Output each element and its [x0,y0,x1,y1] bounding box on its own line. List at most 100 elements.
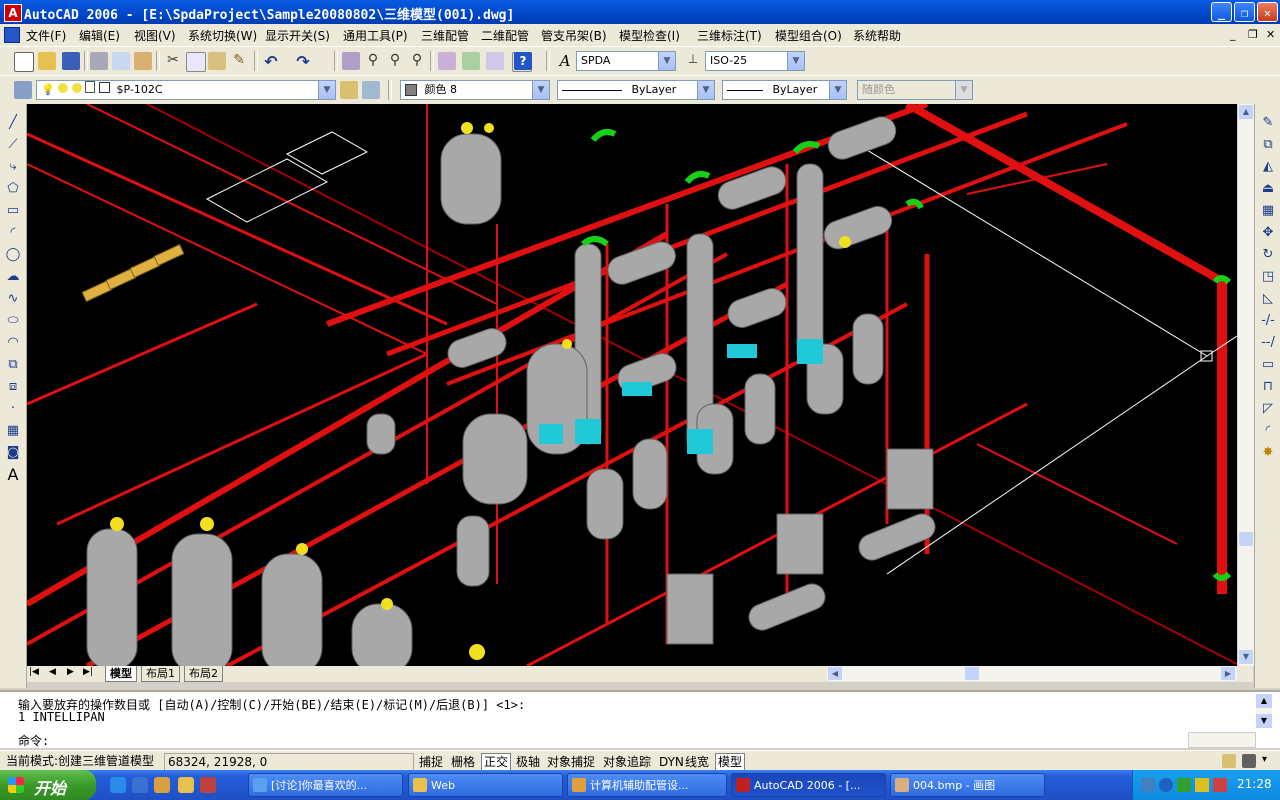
tab-layout2[interactable]: 布局2 [184,666,223,682]
print-preview-icon[interactable] [112,52,130,70]
internet-explorer-icon[interactable] [110,777,126,793]
offset-icon[interactable]: ⏏ [1259,180,1277,198]
prev-tab-icon[interactable]: ◀ [49,667,56,677]
layer-select[interactable]: 💡 $P-102C ▼ [36,80,336,100]
revision-cloud-icon[interactable]: ☁ [4,268,22,286]
point-icon[interactable]: · [4,400,22,418]
chevron-down-icon[interactable]: ▼ [532,81,549,99]
construction-line-icon[interactable]: ⟋ [4,136,22,154]
task-computer-aided-piping[interactable]: 计算机辅助配管设... [567,773,727,797]
menu-pipe-supports[interactable]: 管支吊架(B) [541,27,607,44]
pan-icon[interactable] [342,52,360,70]
fillet-icon[interactable]: ◜ [1259,422,1277,440]
last-tab-icon[interactable]: ▶| [83,667,93,677]
model-space-toggle[interactable]: 模型 [715,753,746,771]
horizontal-scroll-thumb[interactable] [965,667,979,680]
multiline-text-icon[interactable]: A [4,466,22,484]
command-hscroll[interactable] [1188,732,1256,748]
save-icon[interactable] [62,52,80,70]
snap-toggle[interactable]: 捕捉 [416,753,446,771]
chevron-down-icon[interactable]: ▼ [829,81,846,99]
vertical-scroll-thumb[interactable] [1239,532,1253,546]
spline-icon[interactable]: ∿ [4,290,22,308]
menu-view[interactable]: 视图(V) [134,27,176,44]
text-style-select[interactable]: SPDA ▼ [576,51,676,71]
region-icon[interactable]: ◙ [4,444,22,462]
erase-icon[interactable]: ✎ [1259,114,1277,132]
chevron-down-icon[interactable]: ▼ [318,81,335,99]
polyline-icon[interactable]: ⤷ [4,158,22,176]
menu-general-tools[interactable]: 通用工具(P) [343,27,408,44]
chevron-down-icon[interactable]: ▼ [658,52,675,70]
security-shield-icon[interactable] [1195,778,1209,792]
line-icon[interactable]: ╱ [4,114,22,132]
make-block-icon[interactable]: ⧈ [4,378,22,396]
insert-block-icon[interactable]: ⧉ [4,356,22,374]
text-style-icon[interactable]: A [556,52,574,70]
mdi-close-button[interactable]: ✕ [1266,28,1275,41]
scroll-up-button[interactable]: ▲ [1239,105,1253,119]
design-center-icon[interactable] [462,52,480,70]
redo-icon[interactable]: ↷ [294,52,312,71]
command-scrollbar[interactable]: ▲ ▼ [1256,694,1272,728]
layer-manager-icon[interactable] [14,81,32,99]
chamfer-icon[interactable]: ◸ [1259,400,1277,418]
menu-display-toggle[interactable]: 显示开关(S) [265,27,330,44]
scale-icon[interactable]: ◳ [1259,268,1277,286]
osnap-toggle[interactable]: 对象捕捉 [544,753,598,771]
new-icon[interactable] [14,52,34,72]
quick-launch-app-icon[interactable] [200,777,216,793]
task-forum-discussion[interactable]: [讨论]你最喜欢的... [248,773,403,797]
mdi-restore-button[interactable]: ❐ [1248,28,1258,41]
menu-model-check[interactable]: 模型检查(I) [619,27,680,44]
minimize-button[interactable]: _ [1211,2,1232,22]
close-button[interactable]: ✕ [1257,2,1278,22]
mirror-icon[interactable]: ◭ [1259,158,1277,176]
arc-icon[interactable]: ◜ [4,224,22,242]
task-autocad[interactable]: AutoCAD 2006 - [... [731,773,886,797]
maximize-button[interactable]: ❐ [1234,2,1255,22]
keyboard-icon[interactable] [1141,778,1155,792]
tab-model[interactable]: 模型 [105,666,137,682]
join-icon[interactable]: ⊓ [1259,378,1277,396]
scroll-up-button[interactable]: ▲ [1256,694,1272,708]
clock[interactable]: 21:28 [1237,777,1272,791]
match-properties-icon[interactable]: ✎ [230,52,248,70]
scroll-left-button[interactable]: ◀ [828,667,842,680]
ellipse-arc-icon[interactable]: ◠ [4,334,22,352]
tab-layout1[interactable]: 布局1 [141,666,180,682]
communication-center-icon[interactable] [1222,754,1236,768]
menu-3d-annotation[interactable]: 三维标注(T) [697,27,762,44]
media-player-icon[interactable] [154,777,170,793]
print-icon[interactable] [90,52,108,70]
tool-palettes-icon[interactable] [486,52,504,70]
lineweight-toggle[interactable]: 线宽 [682,753,712,771]
horizontal-scrollbar[interactable]: ◀ ▶ [827,666,1237,681]
grid-toggle[interactable]: 栅格 [448,753,478,771]
properties-icon[interactable] [438,52,456,70]
scroll-down-button[interactable]: ▼ [1256,714,1272,728]
trim-icon[interactable]: -/- [1259,312,1277,330]
menu-edit[interactable]: 编辑(E) [79,27,120,44]
ortho-toggle[interactable]: 正交 [481,753,512,771]
scroll-down-button[interactable]: ▼ [1239,650,1253,664]
lineweight-select[interactable]: ByLayer ▼ [722,80,847,100]
menu-file[interactable]: 文件(F) [26,27,66,44]
dim-style-icon[interactable]: ⟂ [684,52,702,70]
menu-help[interactable]: 系统帮助 [853,27,901,44]
task-paint[interactable]: 004.bmp - 画图 [890,773,1045,797]
open-icon[interactable] [38,52,56,70]
drawing-canvas[interactable] [27,104,1237,666]
command-input-label[interactable]: 命令: [18,732,49,749]
polar-toggle[interactable]: 极轴 [513,753,543,771]
rotate-icon[interactable]: ↻ [1259,246,1277,264]
move-icon[interactable]: ✥ [1259,224,1277,242]
ellipse-icon[interactable]: ⬭ [4,312,22,330]
start-button[interactable]: 开始 [0,770,96,800]
help-icon[interactable]: ? [514,52,532,70]
publish-icon[interactable] [134,52,152,70]
chevron-down-icon[interactable]: ▼ [697,81,714,99]
undo-icon[interactable]: ↶ [262,52,280,71]
antivirus-icon[interactable] [1213,778,1227,792]
make-layer-current-icon[interactable] [340,81,358,99]
